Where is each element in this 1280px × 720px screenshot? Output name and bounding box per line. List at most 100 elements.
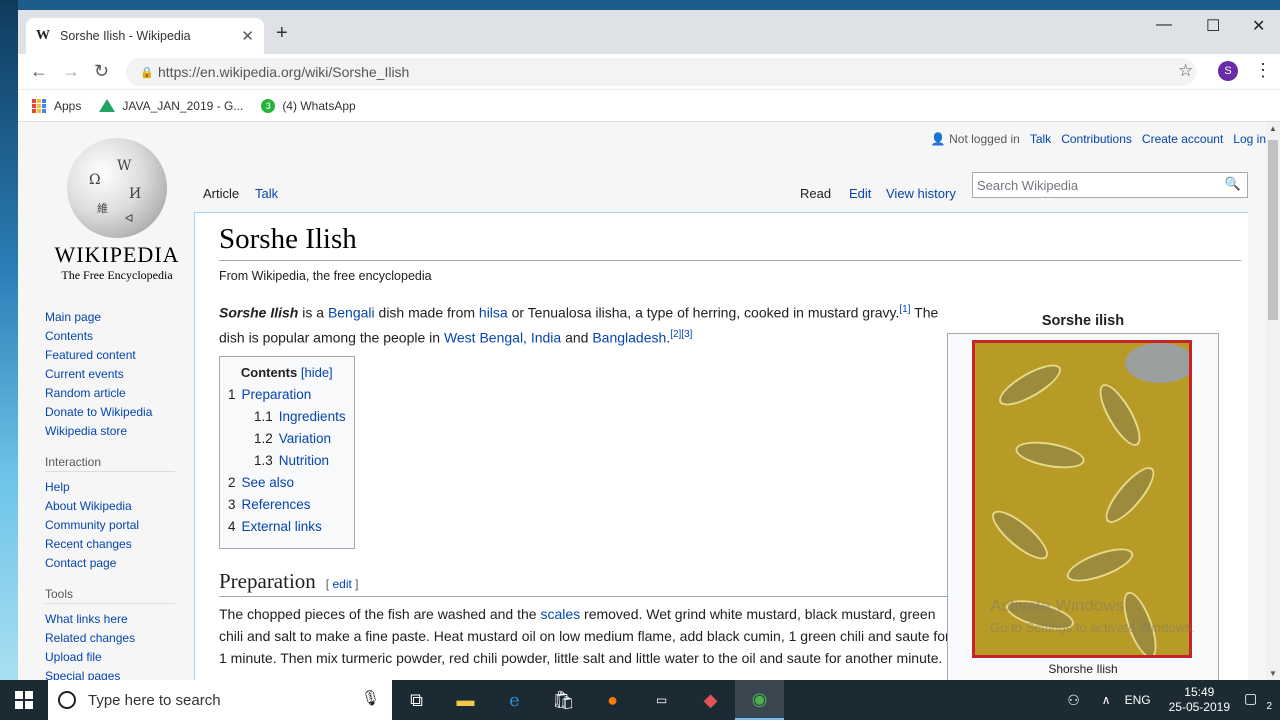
new-tab-button[interactable]: + (276, 22, 288, 45)
scroll-thumb[interactable] (1268, 140, 1278, 320)
toc-item[interactable]: 1.3 Nutrition (228, 450, 346, 472)
scroll-up-icon[interactable]: ▲ (1269, 124, 1277, 133)
browser-tab[interactable]: W Sorshe Ilish - Wikipedia ✕ (26, 18, 264, 54)
toc-hide-toggle[interactable]: [hide] (301, 365, 333, 380)
forward-icon[interactable]: → (62, 61, 80, 82)
people-icon[interactable]: ⚇ (1067, 692, 1080, 709)
app-icon[interactable]: ◆ (686, 680, 735, 720)
taskbar-search[interactable]: Type here to search 🎙 (48, 680, 392, 720)
toc-item[interactable]: 4 External links (228, 516, 346, 538)
search-input[interactable]: Search Wikipedia 🔍 (972, 172, 1248, 198)
toc-link[interactable]: See also (242, 475, 295, 490)
profile-avatar[interactable]: S (1218, 61, 1238, 81)
nav-recent-changes[interactable]: Recent changes (45, 535, 195, 554)
language-indicator[interactable]: ENG (1125, 693, 1151, 707)
url-text: https://en.wikipedia.org/wiki/Sorshe_Ili… (158, 64, 410, 80)
bookmark-apps[interactable]: Apps (32, 98, 81, 113)
intro-bold: Sorshe Ilish (219, 304, 299, 321)
ref-1[interactable]: [1] (899, 304, 910, 315)
infobox-title: Sorshe ilish (1041, 313, 1125, 329)
toc-heading: Contents [hide] (228, 365, 346, 380)
toc-item[interactable]: 1 Preparation (228, 384, 346, 406)
toc-link[interactable]: Variation (279, 431, 331, 446)
toc-item[interactable]: 1.1 Ingredients (228, 406, 346, 428)
back-icon[interactable]: ← (30, 61, 48, 82)
bookmark-whatsapp[interactable]: 3 (4) WhatsApp (261, 98, 356, 113)
link-bangladesh[interactable]: Bangladesh (592, 329, 666, 345)
nav-related-changes[interactable]: Related changes (45, 629, 195, 648)
store-icon[interactable]: 🛍 (539, 680, 588, 720)
file-explorer-icon[interactable]: ▬ (441, 680, 490, 720)
nav-donate[interactable]: Donate to Wikipedia (45, 403, 195, 422)
toc-item[interactable]: 1.2 Variation (228, 428, 346, 450)
intro-paragraph: Sorshe Ilish is a Bengali dish made from… (219, 299, 959, 348)
toc-number: 1.1 (254, 409, 273, 425)
toc-link[interactable]: Ingredients (279, 409, 346, 424)
wikipedia-logo[interactable]: Ω W И 維 ᐊ WIKIPEDIA The Free Encyclopedi… (42, 138, 192, 283)
windows-logo-icon (15, 691, 33, 709)
tab-talk[interactable]: Talk (255, 186, 278, 201)
scroll-down-icon[interactable]: ▼ (1269, 669, 1277, 678)
clock-date: 25-05-2019 (1168, 700, 1230, 714)
edit-bracket: ] (351, 577, 359, 592)
nav-current-events[interactable]: Current events (45, 365, 195, 384)
page-scrollbar[interactable]: ▲ ▼ (1266, 122, 1280, 680)
toc-item[interactable]: 3 References (228, 494, 346, 516)
ref-2-3[interactable]: [2][3] (670, 329, 692, 340)
tab-article[interactable]: Article (203, 186, 239, 201)
nav-community-portal[interactable]: Community portal (45, 516, 195, 535)
link-hilsa[interactable]: hilsa (479, 305, 508, 321)
section-edit-link[interactable]: edit (332, 577, 351, 591)
clock-time: 15:49 (1184, 685, 1215, 699)
link-scales[interactable]: scales (540, 606, 580, 622)
reload-icon[interactable]: ↻ (94, 61, 109, 82)
nav-main-page[interactable]: Main page (45, 308, 195, 327)
nav-store[interactable]: Wikipedia store (45, 422, 195, 441)
firefox-icon[interactable]: ● (588, 680, 637, 720)
close-window-icon[interactable]: ✕ (1252, 16, 1265, 36)
start-button[interactable] (0, 680, 48, 720)
maximize-icon[interactable]: ☐ (1206, 16, 1220, 36)
toc-link[interactable]: References (242, 497, 311, 512)
bookmark-star-icon[interactable]: ☆ (1178, 61, 1193, 81)
contributions-link[interactable]: Contributions (1061, 132, 1132, 146)
link-west-bengal[interactable]: West Bengal, India (444, 329, 561, 345)
nav-contents[interactable]: Contents (45, 327, 195, 346)
nav-help[interactable]: Help (45, 478, 195, 497)
tab-read[interactable]: Read (800, 186, 831, 201)
chrome-icon[interactable]: ◉ (735, 680, 784, 720)
toc-title: Contents (240, 365, 298, 381)
link-bengali[interactable]: Bengali (328, 305, 375, 321)
microphone-icon[interactable]: 🎙 (361, 689, 380, 707)
tab-close-icon[interactable]: ✕ (241, 27, 254, 45)
notification-center-icon[interactable]: ▢ 2 (1244, 690, 1272, 712)
terminal-icon[interactable]: ▭ (637, 680, 686, 720)
toc-number: 1 (228, 387, 236, 403)
clock[interactable]: 15:49 25-05-2019 (1169, 685, 1230, 715)
bookmark-drive[interactable]: JAVA_JAN_2019 - G... (99, 99, 243, 113)
log-in-link[interactable]: Log in (1233, 132, 1266, 146)
edge-icon[interactable]: e (490, 680, 539, 720)
nav-contact[interactable]: Contact page (45, 554, 195, 573)
nav-what-links-here[interactable]: What links here (45, 610, 195, 629)
personal-talk-link[interactable]: Talk (1030, 132, 1051, 146)
search-icon[interactable]: 🔍 (1225, 176, 1241, 192)
tab-edit[interactable]: Edit (849, 186, 871, 201)
nav-random-article[interactable]: Random article (45, 384, 195, 403)
toc-item[interactable]: 2 See also (228, 472, 346, 494)
task-view-icon[interactable]: ⧉ (392, 680, 441, 720)
nav-special-pages[interactable]: Special pages (45, 667, 195, 680)
nav-upload-file[interactable]: Upload file (45, 648, 195, 667)
toc-number: 4 (228, 519, 236, 535)
minimize-icon[interactable]: — (1156, 16, 1172, 34)
nav-about[interactable]: About Wikipedia (45, 497, 195, 516)
nav-featured-content[interactable]: Featured content (45, 346, 195, 365)
create-account-link[interactable]: Create account (1142, 132, 1223, 146)
toc-link[interactable]: Preparation (242, 387, 312, 402)
address-bar[interactable]: 🔒 https://en.wikipedia.org/wiki/Sorshe_I… (126, 58, 1196, 86)
tab-view-history[interactable]: View history (886, 186, 956, 201)
show-hidden-icons-icon[interactable]: ∧ (1102, 693, 1111, 707)
toc-link[interactable]: External links (242, 519, 322, 534)
toc-link[interactable]: Nutrition (279, 453, 329, 468)
menu-icon[interactable]: ⋮ (1254, 60, 1272, 81)
